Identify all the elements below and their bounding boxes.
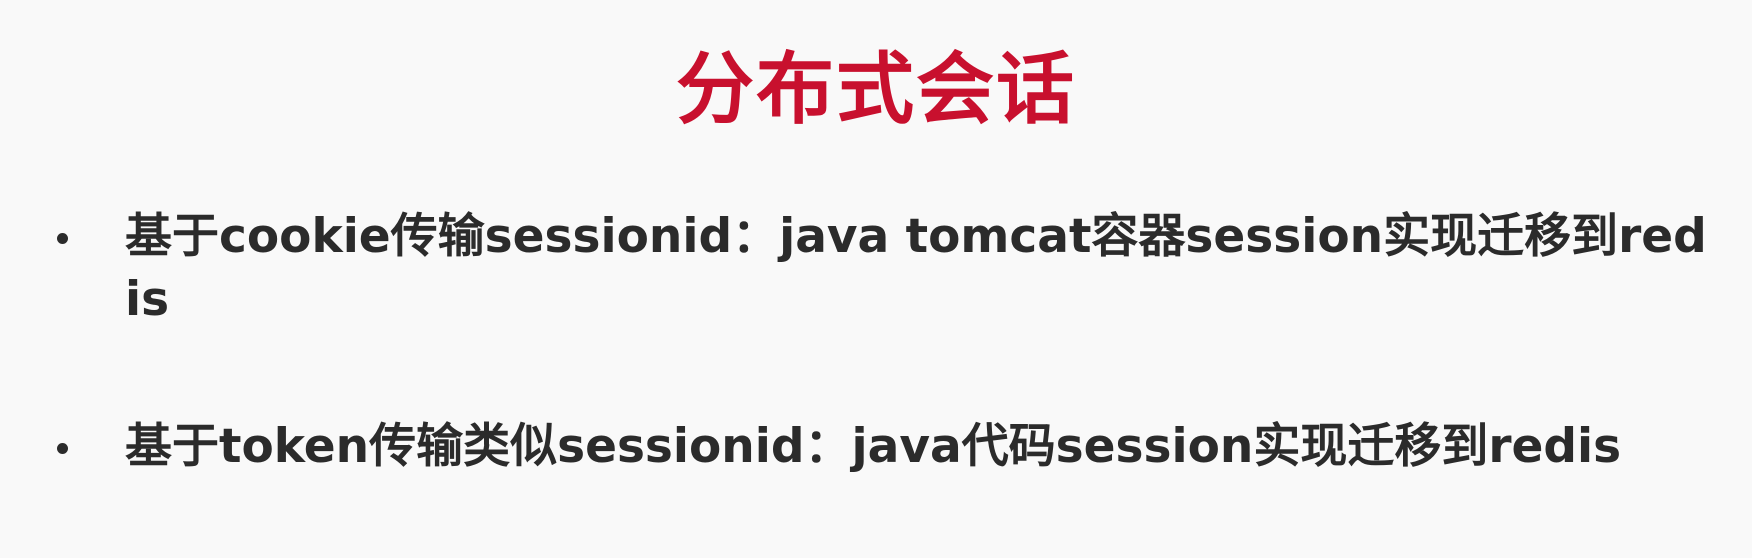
bullet-dot-icon (57, 443, 68, 454)
bullet-text: 基于cookie传输sessionid：java tomcat容器session… (125, 209, 1707, 327)
slide: 分布式会话 基于cookie传输sessionid：java tomcat容器s… (0, 0, 1752, 558)
bullet-text: 基于token传输类似sessionid：java代码session实现迁移到r… (125, 419, 1622, 474)
bullet-list: 基于cookie传输sessionid：java tomcat容器session… (52, 205, 1712, 478)
slide-title: 分布式会话 (675, 45, 1076, 135)
bullet-dot-icon (57, 233, 68, 244)
bullet-item-token: 基于token传输类似sessionid：java代码session实现迁移到r… (52, 415, 1712, 478)
bullet-item-cookie: 基于cookie传输sessionid：java tomcat容器session… (52, 205, 1712, 331)
